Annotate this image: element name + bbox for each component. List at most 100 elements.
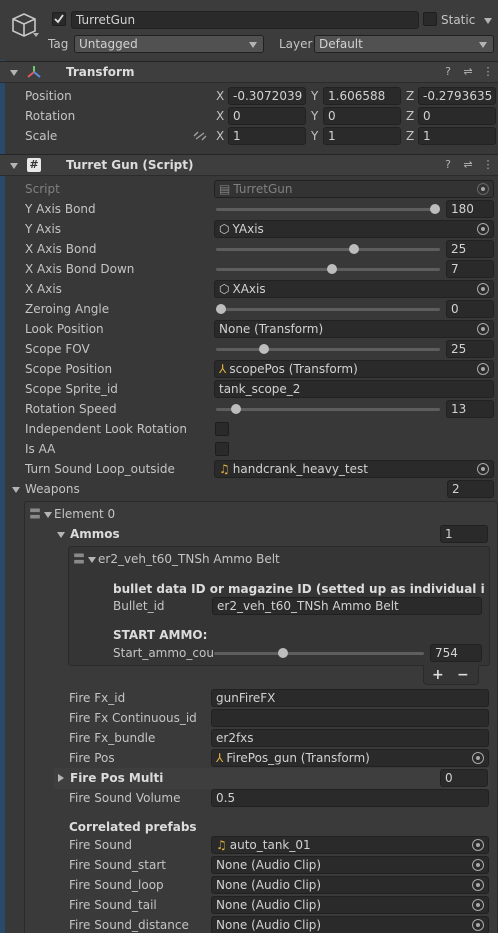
start-ammo-input[interactable]: 754 xyxy=(430,644,482,662)
presets-icon[interactable]: ⇌ xyxy=(461,158,475,172)
ammos-foldout-icon[interactable] xyxy=(57,532,65,538)
scope-fov-slider-knob[interactable] xyxy=(258,344,269,354)
x-axis-bond-input[interactable]: 25 xyxy=(446,240,494,258)
rotation-speed-slider[interactable] xyxy=(216,408,440,411)
fire-sound-loop-object-field[interactable]: None (Audio Clip) xyxy=(211,876,489,894)
scale-x-input[interactable]: 1 xyxy=(228,127,306,145)
static-checkbox[interactable] xyxy=(423,12,437,26)
x-axis-bond-down-input[interactable]: 7 xyxy=(446,260,494,278)
rotation-speed-slider-knob[interactable] xyxy=(230,404,241,414)
fire-pos-multi-label[interactable]: Fire Pos Multi xyxy=(70,769,163,787)
ammo-item-title[interactable]: er2_veh_t60_TNSh Ammo Belt xyxy=(98,550,280,568)
weapons-count-input[interactable]: 2 xyxy=(447,480,494,498)
object-picker-icon[interactable] xyxy=(477,223,489,235)
independent-look-label: Independent Look Rotation xyxy=(25,422,187,436)
scale-x-label: X xyxy=(216,129,225,143)
ammo-item-foldout-icon[interactable] xyxy=(88,557,96,563)
rotation-speed-input[interactable]: 13 xyxy=(446,400,494,418)
rotation-z-input[interactable]: 0 xyxy=(418,107,496,125)
ammos-label[interactable]: Ammos xyxy=(70,525,120,543)
object-picker-icon[interactable] xyxy=(472,919,484,931)
turn-sound-label: Turn Sound Loop_outside xyxy=(25,462,175,476)
fire-sound-distance-object-field[interactable]: None (Audio Clip) xyxy=(211,916,489,933)
scope-fov-input[interactable]: 25 xyxy=(446,340,494,358)
element-0-label[interactable]: Element 0 xyxy=(54,505,115,523)
element-foldout-icon[interactable] xyxy=(44,512,52,518)
zeroing-angle-slider[interactable] xyxy=(216,308,440,311)
position-x-input[interactable]: -0.3072039 xyxy=(228,87,306,105)
object-picker-icon[interactable] xyxy=(472,839,484,851)
scope-sprite-input[interactable]: tank_scope_2 xyxy=(214,380,494,398)
start-ammo-slider-knob[interactable] xyxy=(278,648,288,658)
object-picker-icon[interactable] xyxy=(472,752,484,764)
weapons-foldout-icon[interactable] xyxy=(12,487,20,493)
fire-fx-continuous-input[interactable] xyxy=(211,709,489,727)
fire-pos-multi-count-input[interactable]: 0 xyxy=(440,769,488,787)
is-aa-checkbox[interactable] xyxy=(215,442,229,456)
scope-fov-slider[interactable] xyxy=(216,348,440,351)
look-position-object-field[interactable]: None (Transform) xyxy=(214,320,494,338)
fire-sound-start-value: None (Audio Clip) xyxy=(216,858,322,872)
independent-look-checkbox[interactable] xyxy=(215,422,229,436)
object-picker-icon[interactable] xyxy=(477,363,489,375)
scale-z-input[interactable]: 1 xyxy=(418,127,496,145)
x-axis-bond-slider[interactable] xyxy=(216,248,440,251)
fire-sound-start-object-field[interactable]: None (Audio Clip) xyxy=(211,856,489,874)
fire-sound-tail-object-field[interactable]: None (Audio Clip) xyxy=(211,896,489,914)
zeroing-angle-slider-knob[interactable] xyxy=(216,304,226,314)
tag-dropdown[interactable]: Untagged xyxy=(74,35,264,53)
start-ammo-slider[interactable] xyxy=(214,652,424,655)
help-icon[interactable]: ? xyxy=(441,65,455,79)
object-picker-icon[interactable] xyxy=(477,463,489,475)
position-y-input[interactable]: 1.606588 xyxy=(323,87,401,105)
object-picker-icon[interactable] xyxy=(472,899,484,911)
fire-sound-object-field[interactable]: ♫ auto_tank_01 xyxy=(211,836,489,854)
help-icon[interactable]: ? xyxy=(441,158,455,172)
transform-header[interactable]: Transform ? ⇌ ⋮ xyxy=(0,61,498,83)
fire-pos-multi-foldout-icon[interactable] xyxy=(58,774,64,782)
rotation-y-input[interactable]: 0 xyxy=(323,107,401,125)
zeroing-angle-input[interactable]: 0 xyxy=(446,300,494,318)
y-axis-bond-slider[interactable] xyxy=(216,208,440,211)
fire-pos-object-field[interactable]: ⅄ FirePos_gun (Transform) xyxy=(211,749,489,767)
layer-dropdown[interactable]: Default xyxy=(314,35,494,53)
y-axis-object-field[interactable]: ⬡ YAxis xyxy=(214,220,494,238)
weapons-label[interactable]: Weapons xyxy=(25,480,80,498)
fire-sound-volume-input[interactable]: 0.5 xyxy=(211,789,489,807)
remove-element-button[interactable]: − xyxy=(457,666,469,684)
element-drag-handle-icon[interactable]: 〓 xyxy=(29,505,41,523)
object-picker-icon[interactable] xyxy=(477,323,489,335)
static-dropdown-icon[interactable] xyxy=(484,18,492,24)
add-element-button[interactable]: + xyxy=(432,666,444,684)
constrain-proportions-icon[interactable] xyxy=(193,130,207,142)
bullet-id-input[interactable]: er2_veh_t60_TNSh Ammo Belt xyxy=(212,597,482,615)
position-z-input[interactable]: -0.2793635 xyxy=(418,87,496,105)
scale-y-input[interactable]: 1 xyxy=(323,127,401,145)
presets-icon[interactable]: ⇌ xyxy=(461,65,475,79)
x-axis-object-field[interactable]: ⬡ XAxis xyxy=(214,280,494,298)
fire-fx-bundle-input[interactable]: er2fxs xyxy=(211,729,489,747)
y-axis-bond-input[interactable]: 180 xyxy=(446,200,494,218)
rotation-x-input[interactable]: 0 xyxy=(228,107,306,125)
script-icon: # xyxy=(27,158,41,172)
scope-position-object-field[interactable]: ⅄ scopePos (Transform) xyxy=(214,360,494,378)
x-axis-bond-slider-knob[interactable] xyxy=(348,244,359,254)
object-picker-icon[interactable] xyxy=(472,879,484,891)
object-name-input[interactable]: TurretGun xyxy=(71,11,419,29)
fire-sound-label: Fire Sound xyxy=(69,838,133,852)
object-picker-icon[interactable] xyxy=(472,859,484,871)
turn-sound-object-field[interactable]: ♫ handcrank_heavy_test xyxy=(214,460,494,478)
fire-fx-id-input[interactable]: gunFireFX xyxy=(211,689,489,707)
layer-label: Layer xyxy=(279,37,313,51)
x-axis-bond-down-slider-knob[interactable] xyxy=(327,264,338,274)
script-header[interactable]: # Turret Gun (Script) ? ⇌ ⋮ xyxy=(0,154,498,176)
icon-dropdown-icon[interactable] xyxy=(33,33,39,37)
active-checkbox[interactable] xyxy=(52,12,66,26)
foldout-arrow-icon xyxy=(10,163,18,169)
more-options-icon[interactable]: ⋮ xyxy=(481,158,495,172)
y-axis-bond-slider-knob[interactable] xyxy=(430,204,440,214)
ammos-count-input[interactable]: 1 xyxy=(440,525,488,543)
ammo-drag-handle-icon[interactable]: 〓 xyxy=(73,550,85,568)
more-options-icon[interactable]: ⋮ xyxy=(481,65,495,79)
object-picker-icon[interactable] xyxy=(477,283,489,295)
